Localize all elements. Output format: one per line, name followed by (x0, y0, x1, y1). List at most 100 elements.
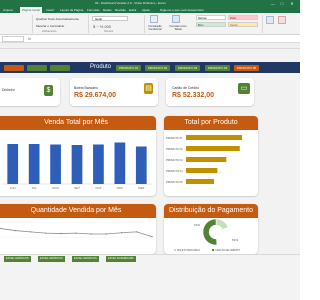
function-icon[interactable]: fx (28, 35, 31, 43)
x-tick-label: JUL (31, 186, 37, 190)
slice-label: 19% (194, 223, 200, 227)
style-neutral[interactable]: Neutro (228, 22, 258, 27)
delete-cells-icon[interactable] (278, 16, 286, 24)
x-tick-label: SET (74, 186, 80, 190)
y-tick-label: PRODUTO 01 (166, 136, 183, 140)
point (14, 229, 16, 232)
panel-title: Total por Produto (164, 116, 258, 130)
alignment-group-label: Alinhamento (42, 30, 57, 33)
filter-button-1[interactable] (4, 65, 24, 71)
x-tick-label: JUN (10, 186, 16, 190)
product-filter-bar: Produto PRODUTO 01 PRODUTO 02 PRODUTO 03… (0, 62, 300, 73)
point (120, 232, 123, 234)
style-bad[interactable]: Ruim (228, 15, 258, 20)
ribbon-separator (32, 15, 33, 33)
x-tick-label: NOV (117, 186, 124, 190)
payment-chart: 19% 51% BOLETO BANCÁRIO CARTÃO DE CRÉDITO (174, 218, 240, 252)
monthly-sales-chart: JUN JUL AGO SET OUT NOV DEZ (2, 142, 152, 190)
bar (50, 144, 61, 184)
close-button[interactable]: ✕ (289, 1, 295, 6)
sheet-tab-bar: EXCEL GRÁFICOS EXCEL GRÁFICOS EXCEL GRÁF… (0, 254, 300, 262)
wrap-text-button[interactable]: Quebrar Texto Automaticamente (36, 17, 79, 21)
x-tick-label: DEZ (138, 186, 144, 190)
number-format-select[interactable]: Geral (92, 16, 128, 21)
bar (7, 144, 19, 184)
kpi-card-cash: Dinheiro $ (0, 78, 60, 106)
product-total-panel: Total por Produto PRODUTO 01 PRODUTO 02 PR… (164, 116, 258, 196)
window-bottom (0, 262, 300, 300)
product-total-chart: PRODUTO 01 PRODUTO 02 PRODUTO 03 PRODUTO 04… (166, 135, 242, 184)
point (75, 232, 77, 234)
filter-product-02[interactable]: PRODUTO 02 (145, 65, 170, 71)
pie-slice (202, 218, 218, 246)
bar (71, 145, 83, 184)
point (90, 233, 92, 235)
legend-swatch (212, 249, 214, 251)
filter-button-2[interactable] (27, 65, 47, 71)
point (0, 227, 1, 230)
bar (114, 142, 126, 184)
point (29, 231, 32, 233)
format-table-icon[interactable] (172, 15, 180, 23)
y-tick-label: PRODUTO 04 (166, 169, 183, 173)
format-as-table-button[interactable]: Formatar como Tabela (167, 25, 189, 31)
filter-product-04[interactable]: PRODUTO 04 (205, 65, 230, 71)
number-group-label: Número (104, 30, 114, 33)
kpi-label: Cartão de Crédito (172, 86, 199, 90)
kpi-value: R$ 52.332,00 (172, 92, 215, 99)
x-tick-label: AGO (52, 186, 59, 190)
legend-label: BOLETO BANCÁRIO (177, 249, 200, 252)
currency-format-icon[interactable]: $ ~ % 000 (93, 24, 111, 29)
number-format-value: Geral (95, 17, 102, 21)
ribbon-separator (88, 15, 89, 33)
conditional-format-button[interactable]: Formatação Condicional (145, 25, 165, 31)
bar (93, 144, 104, 184)
x-tick-label: OUT (95, 186, 102, 190)
kpi-value: R$ 29.674,00 (74, 92, 117, 99)
bar (135, 146, 147, 184)
formula-bar[interactable]: fx (0, 35, 300, 43)
legend-swatch (174, 249, 176, 251)
panel-title: Quantidade Vendida por Mês (0, 204, 156, 218)
filter-product-05[interactable]: PRODUTO 05 (234, 65, 259, 71)
bar (186, 179, 214, 184)
kpi-label: Dinheiro (2, 88, 15, 92)
payment-panel: Distribuição do Pagamento 19% 51% BOLETO B… (164, 204, 258, 254)
kpi-card-boleto: Boleto Bancário R$ 29.674,00 ▤ (70, 78, 158, 106)
product-filter-title: Produto (90, 64, 112, 70)
bar (186, 135, 242, 140)
minimize-button[interactable]: — (270, 1, 276, 6)
card-icon: ▭ (238, 83, 250, 94)
title-bar: 03 - Dashboard Vendas 2.0 - Vídeo Dinâmi… (0, 0, 300, 7)
kpi-card-credit: Cartão de Crédito R$ 52.332,00 ▭ (166, 78, 254, 106)
pie-slice (216, 226, 230, 246)
style-good[interactable]: Bom (196, 22, 226, 27)
legend-label: CARTÃO DE CRÉDITO (215, 249, 240, 252)
filter-product-03[interactable]: PRODUTO 03 (175, 65, 200, 71)
filter-button-3[interactable] (50, 65, 70, 71)
slice-label: 51% (232, 238, 238, 242)
style-normal[interactable]: Normal (196, 15, 226, 20)
kpi-label: Boleto Bancário (74, 86, 98, 90)
merge-center-button[interactable]: Mesclar e Centralizar (36, 24, 64, 28)
panel-title: Venda Total por Mês (0, 116, 156, 130)
y-tick-label: PRODUTO 03 (166, 158, 183, 162)
y-tick-label: PRODUTO 05 (166, 180, 183, 184)
bar (186, 168, 218, 173)
insert-cells-icon[interactable] (266, 16, 274, 24)
maximize-button[interactable]: □ (279, 1, 285, 6)
point (60, 232, 62, 235)
ribbon: Quebrar Texto Automaticamente Mesclar e … (0, 13, 300, 35)
quantity-month-chart (0, 221, 153, 253)
filter-product-01[interactable]: PRODUTO 01 (116, 65, 141, 71)
bar (186, 146, 240, 151)
point (105, 233, 108, 235)
bar (186, 157, 227, 162)
quantity-month-panel: Quantidade Vendida por Mês (0, 204, 156, 254)
cash-icon: $ (44, 85, 53, 96)
conditional-format-icon[interactable] (150, 15, 158, 23)
ribbon-separator (262, 15, 263, 33)
panel-title: Distribuição do Pagamento (164, 204, 258, 218)
y-tick-label: PRODUTO 02 (166, 147, 183, 151)
name-box[interactable] (2, 36, 24, 42)
